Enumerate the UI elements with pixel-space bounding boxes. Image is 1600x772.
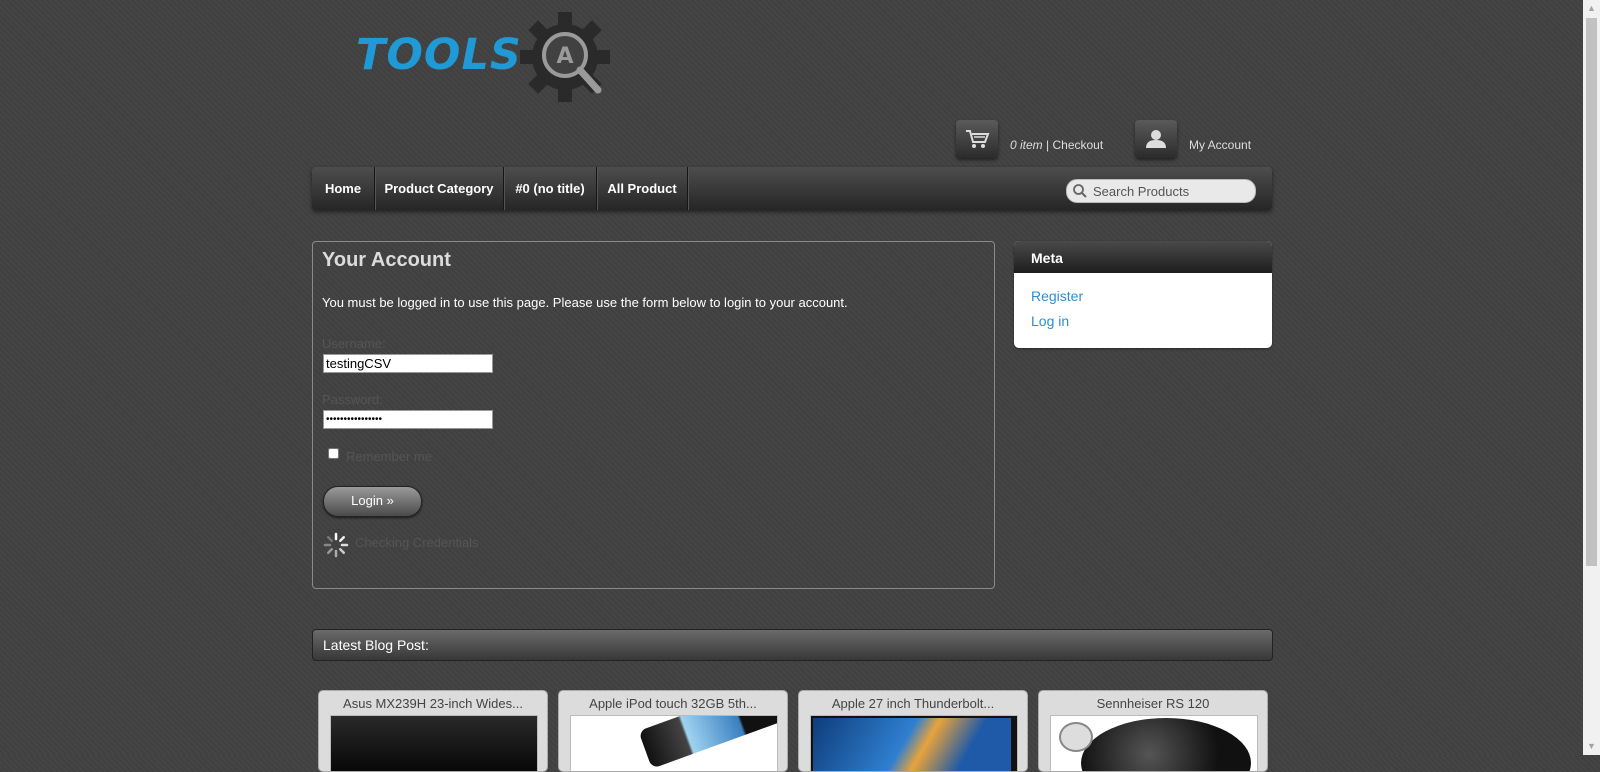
scrollbar-thumb[interactable] xyxy=(1586,18,1597,566)
search-box xyxy=(1066,179,1256,203)
logo-text: TOOLS xyxy=(356,30,522,80)
product-card[interactable]: Apple iPod touch 32GB 5th... xyxy=(558,690,788,772)
latest-blog-title: Latest Blog Post: xyxy=(323,637,429,653)
remember-me-checkbox[interactable] xyxy=(328,448,339,459)
loading-spinner-icon xyxy=(323,532,349,558)
product-image[interactable] xyxy=(810,715,1018,771)
cart-button[interactable] xyxy=(956,120,998,158)
product-image[interactable] xyxy=(330,715,538,771)
product-title[interactable]: Sennheiser RS 120 xyxy=(1039,696,1267,711)
product-card[interactable]: Asus MX239H 23-inch Wides... xyxy=(318,690,548,772)
nav-no-title[interactable]: #0 (no title) xyxy=(504,167,597,210)
page-title: Your Account xyxy=(322,249,451,271)
gear-logo-icon: A xyxy=(520,12,610,102)
password-field[interactable] xyxy=(323,410,493,429)
product-image[interactable] xyxy=(1050,715,1258,771)
nav-product-category[interactable]: Product Category xyxy=(375,167,504,210)
nav-all-product[interactable]: All Product xyxy=(597,167,688,210)
cart-count: 0 item xyxy=(1010,138,1043,152)
login-link[interactable]: Log in xyxy=(1031,313,1069,329)
my-account-link[interactable]: My Account xyxy=(1189,138,1251,152)
display-screen xyxy=(813,718,1011,771)
scroll-up-icon[interactable]: ▲ xyxy=(1583,0,1600,17)
meta-header: Meta xyxy=(1014,241,1272,273)
nav-home[interactable]: Home xyxy=(312,167,375,210)
ipod-shape xyxy=(638,716,777,769)
username-field[interactable] xyxy=(323,354,493,373)
remember-me-label: Remember me xyxy=(346,449,432,464)
product-image[interactable] xyxy=(570,715,778,771)
scroll-down-icon[interactable]: ▼ xyxy=(1583,738,1600,755)
headphone-cup xyxy=(1059,722,1093,752)
cart-summary[interactable]: 0 item | Checkout xyxy=(1010,138,1103,152)
vertical-scrollbar[interactable]: ▲ ▼ xyxy=(1583,0,1600,755)
product-card[interactable]: Sennheiser RS 120 xyxy=(1038,690,1268,772)
password-label: Password: xyxy=(322,392,383,407)
meta-title: Meta xyxy=(1031,250,1063,266)
cart-separator: | xyxy=(1042,138,1053,152)
headphone-shape xyxy=(1081,718,1251,771)
product-card[interactable]: Apple 27 inch Thunderbolt... xyxy=(798,690,1028,772)
search-input[interactable] xyxy=(1091,182,1250,201)
account-panel: Your Account You must be logged in to us… xyxy=(312,241,995,589)
site-logo[interactable]: TOOLS A xyxy=(356,8,616,104)
checkout-link[interactable]: Checkout xyxy=(1052,138,1103,152)
user-icon xyxy=(1146,130,1166,148)
search-icon[interactable] xyxy=(1072,183,1088,199)
product-title[interactable]: Asus MX239H 23-inch Wides... xyxy=(319,696,547,711)
login-required-message: You must be logged in to use this page. … xyxy=(322,295,848,310)
register-link[interactable]: Register xyxy=(1031,288,1083,304)
product-title[interactable]: Apple 27 inch Thunderbolt... xyxy=(799,696,1027,711)
latest-blog-header: Latest Blog Post: xyxy=(312,629,1273,661)
meta-widget: Meta Register Log in xyxy=(1014,241,1272,348)
product-title[interactable]: Apple iPod touch 32GB 5th... xyxy=(559,696,787,711)
cart-icon xyxy=(966,130,990,148)
login-button[interactable]: Login » xyxy=(323,486,422,517)
logo-badge-letter: A xyxy=(556,44,573,69)
account-button[interactable] xyxy=(1135,120,1177,158)
checking-status: Checking Credentials xyxy=(355,535,479,550)
username-label: Username: xyxy=(322,336,386,351)
